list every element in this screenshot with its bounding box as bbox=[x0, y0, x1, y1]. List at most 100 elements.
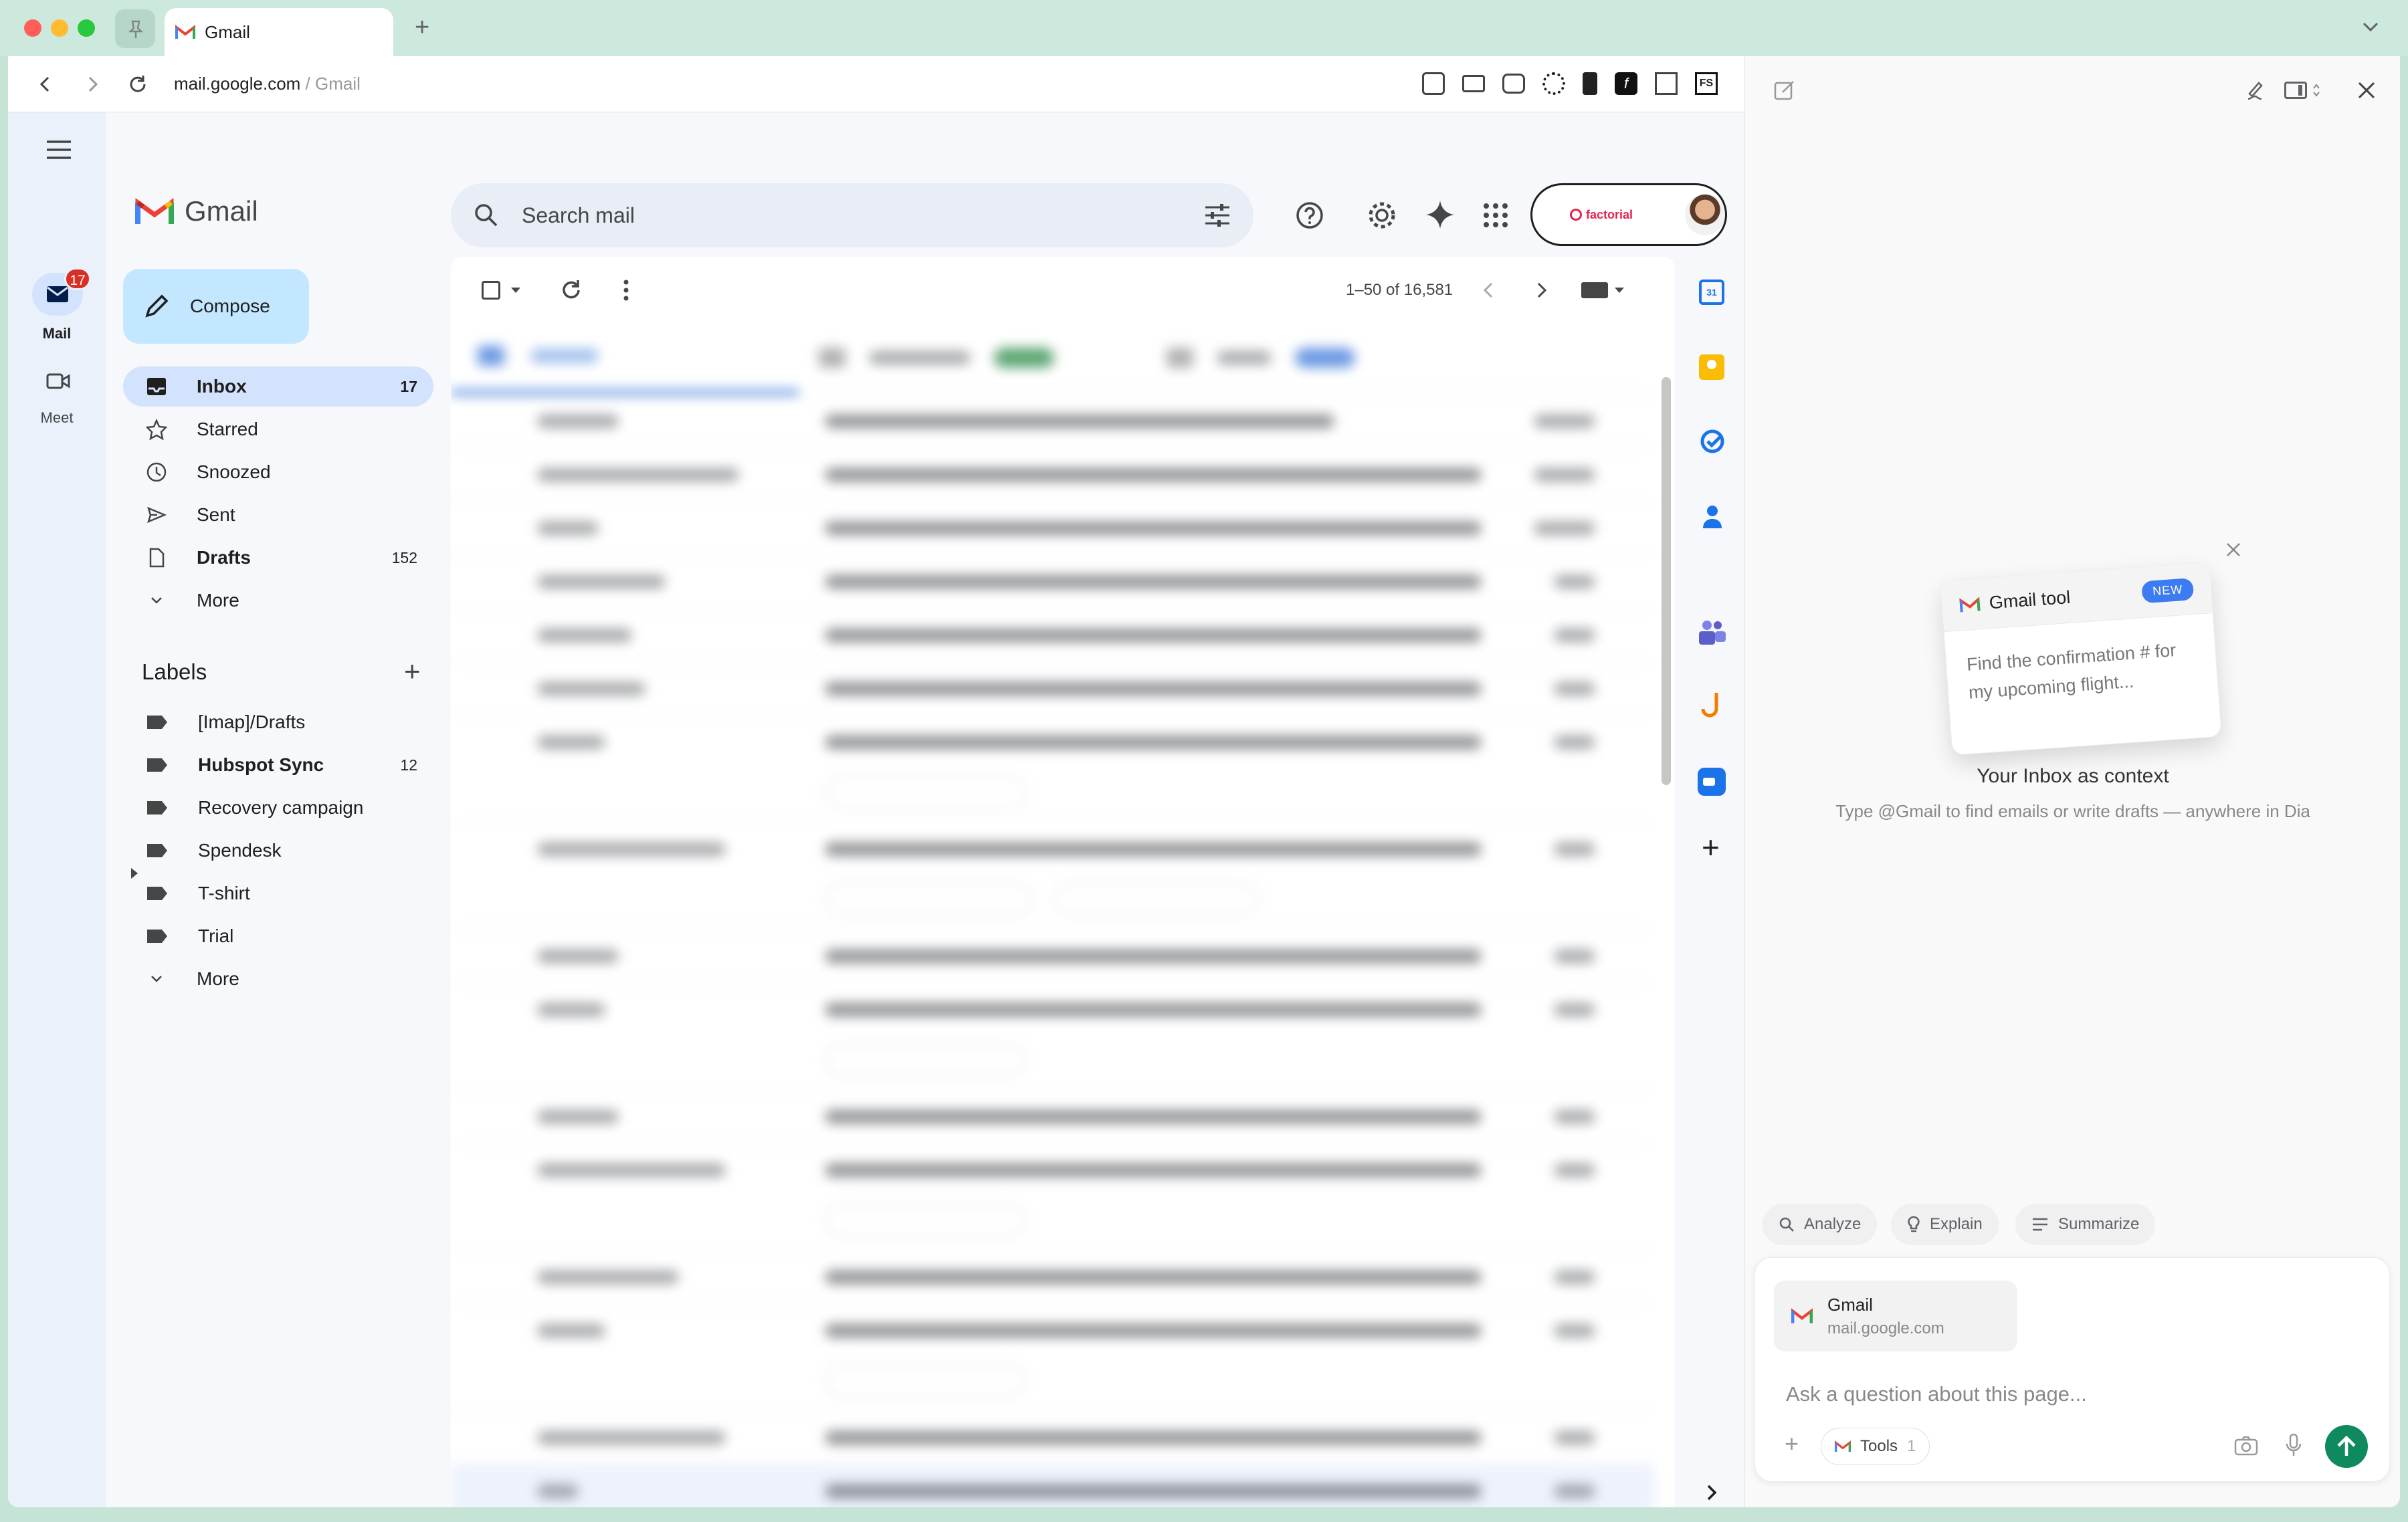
help-icon[interactable] bbox=[1295, 201, 1324, 230]
rail-meet[interactable] bbox=[32, 360, 83, 403]
email-row[interactable] bbox=[451, 1464, 1655, 1507]
gmail-logo[interactable]: Gmail bbox=[135, 195, 258, 227]
tools-button[interactable]: Tools 1 bbox=[1821, 1428, 1930, 1465]
new-tab-button[interactable]: + bbox=[415, 13, 429, 42]
close-sidebar-icon[interactable] bbox=[2356, 80, 2377, 100]
refresh-icon[interactable] bbox=[559, 278, 583, 302]
avatar[interactable] bbox=[1685, 194, 1725, 235]
teams-icon[interactable] bbox=[1698, 619, 1727, 646]
back-icon[interactable] bbox=[36, 75, 55, 94]
sidebar-layout-button[interactable] bbox=[2284, 82, 2320, 99]
send-button[interactable] bbox=[2325, 1425, 2368, 1468]
add-attachment-button[interactable]: + bbox=[1785, 1430, 1799, 1457]
tools-label: Tools bbox=[1860, 1437, 1898, 1455]
email-row[interactable] bbox=[451, 716, 1655, 823]
account-switcher[interactable]: factorial bbox=[1530, 183, 1727, 246]
label-recovery-campaign[interactable]: Recovery campaign bbox=[123, 788, 433, 828]
label-t-shirt[interactable]: T-shirt bbox=[123, 873, 433, 913]
extension-gear-icon[interactable] bbox=[1542, 72, 1565, 95]
email-row[interactable] bbox=[451, 1411, 1655, 1464]
tab-social[interactable] bbox=[1146, 347, 1494, 368]
tasks-icon[interactable] bbox=[1699, 428, 1726, 455]
extension-crop-icon[interactable] bbox=[1655, 72, 1678, 95]
address-field[interactable]: mail.google.com / Gmail bbox=[174, 74, 361, 94]
email-row[interactable] bbox=[451, 1251, 1655, 1304]
email-row[interactable] bbox=[451, 555, 1655, 609]
hook-icon[interactable] bbox=[1700, 690, 1724, 721]
gemini-sparkle-icon[interactable] bbox=[1425, 199, 1456, 230]
nav-starred[interactable]: Starred bbox=[123, 409, 433, 449]
main-menu-icon[interactable] bbox=[45, 139, 72, 160]
gmail-tool-card[interactable]: Gmail tool NEW Find the confirmation # f… bbox=[1940, 562, 2222, 756]
tab-promotions[interactable] bbox=[799, 347, 1146, 368]
zoom-icon[interactable] bbox=[1698, 768, 1726, 796]
rail-mail[interactable]: 17 bbox=[32, 267, 91, 316]
settings-gear-icon[interactable] bbox=[1367, 201, 1397, 230]
search-options-icon[interactable] bbox=[1204, 203, 1231, 227]
apps-grid-icon[interactable] bbox=[1482, 202, 1509, 229]
search-bar[interactable]: Search mail bbox=[451, 183, 1253, 247]
email-row[interactable] bbox=[451, 609, 1655, 662]
label-tag-icon bbox=[147, 844, 167, 857]
label-hubspot-sync[interactable]: Hubspot Sync 12 bbox=[123, 745, 433, 785]
email-row[interactable] bbox=[451, 983, 1655, 1090]
tab-overview-chevron-icon[interactable] bbox=[2361, 20, 2380, 33]
close-window-button[interactable] bbox=[24, 19, 41, 37]
analyze-chip[interactable]: Analyze bbox=[1763, 1204, 1878, 1245]
explain-chip[interactable]: Explain bbox=[1891, 1204, 1999, 1245]
email-row[interactable] bbox=[451, 930, 1655, 983]
ask-input[interactable]: Ask a question about this page... bbox=[1786, 1382, 2087, 1406]
extension-camera-icon[interactable] bbox=[1502, 74, 1525, 94]
forward-icon[interactable] bbox=[83, 75, 102, 94]
extension-screen-icon[interactable] bbox=[1462, 75, 1485, 92]
mail-list-scrollbar[interactable] bbox=[1662, 377, 1671, 785]
extension-f-icon[interactable]: f bbox=[1615, 72, 1637, 95]
email-row[interactable] bbox=[451, 662, 1655, 716]
more-vert-icon[interactable] bbox=[622, 278, 630, 302]
expand-panel-chevron-icon[interactable] bbox=[1704, 1483, 1720, 1502]
input-tools-button[interactable] bbox=[1581, 282, 1624, 298]
calendar-icon[interactable]: 31 bbox=[1699, 280, 1724, 305]
screenshot-camera-icon[interactable] bbox=[2234, 1436, 2258, 1456]
nav-sent[interactable]: Sent bbox=[123, 495, 433, 535]
extension-shield-icon[interactable] bbox=[1422, 72, 1445, 95]
label-more[interactable]: More bbox=[123, 959, 433, 999]
page-context-card[interactable]: Gmail mail.google.com bbox=[1774, 1281, 2017, 1351]
tab-gmail[interactable]: Gmail bbox=[165, 8, 393, 56]
tab-primary[interactable] bbox=[451, 321, 799, 395]
nav-snoozed[interactable]: Snoozed bbox=[123, 452, 433, 492]
email-row[interactable] bbox=[451, 1144, 1655, 1251]
compose-button[interactable]: Compose bbox=[123, 269, 309, 344]
email-row[interactable] bbox=[451, 1090, 1655, 1144]
email-row[interactable] bbox=[451, 823, 1655, 930]
next-page-icon[interactable] bbox=[1533, 281, 1549, 300]
app-rail: 17 Mail Meet bbox=[8, 112, 106, 1507]
maximize-window-button[interactable] bbox=[78, 19, 95, 37]
summarize-chip[interactable]: Summarize bbox=[2015, 1204, 2156, 1245]
create-label-button[interactable]: + bbox=[404, 655, 421, 687]
nav-inbox[interactable]: Inbox 17 bbox=[123, 366, 433, 407]
email-row[interactable] bbox=[451, 448, 1655, 502]
microphone-icon[interactable] bbox=[2285, 1433, 2302, 1457]
nav-drafts[interactable]: Drafts 152 bbox=[123, 538, 433, 578]
label-trial[interactable]: Trial bbox=[123, 916, 433, 956]
pinned-tab[interactable] bbox=[115, 9, 155, 48]
dismiss-card-icon[interactable] bbox=[2224, 540, 2243, 559]
email-row[interactable] bbox=[451, 502, 1655, 555]
minimize-window-button[interactable] bbox=[51, 19, 68, 37]
select-all-checkbox[interactable] bbox=[482, 281, 520, 300]
email-row[interactable] bbox=[451, 395, 1655, 448]
nav-more[interactable]: More bbox=[123, 580, 433, 621]
history-icon[interactable] bbox=[2244, 79, 2267, 102]
reload-icon[interactable] bbox=[127, 74, 148, 95]
prev-page-icon[interactable] bbox=[1481, 281, 1497, 300]
keep-icon[interactable] bbox=[1699, 354, 1724, 380]
add-addon-button[interactable]: + bbox=[1702, 832, 1720, 863]
extension-fs-icon[interactable]: FS bbox=[1695, 72, 1718, 95]
new-chat-icon[interactable] bbox=[1773, 79, 1796, 102]
label-spendesk[interactable]: Spendesk bbox=[123, 831, 433, 871]
label-imap-drafts[interactable]: [Imap]/Drafts bbox=[123, 702, 433, 742]
email-row[interactable] bbox=[451, 1304, 1655, 1411]
contacts-icon[interactable] bbox=[1700, 503, 1724, 530]
extension-phone-icon[interactable] bbox=[1583, 72, 1597, 95]
